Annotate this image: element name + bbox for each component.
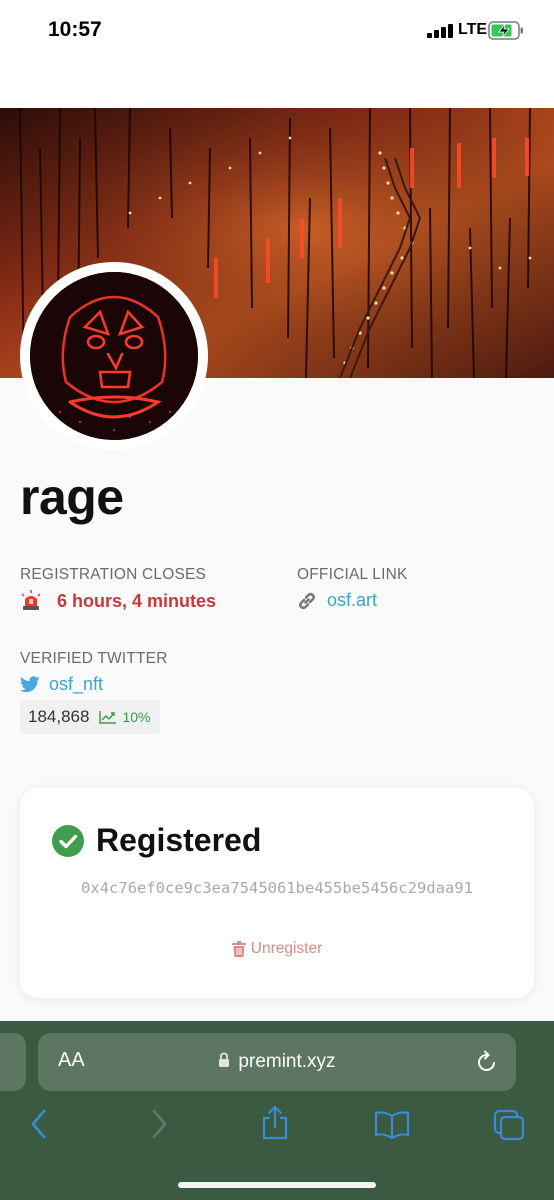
url-display[interactable]: premint.xyz — [38, 1051, 516, 1073]
address-bar[interactable]: AA premint.xyz — [38, 1033, 516, 1091]
network-type: LTE — [458, 21, 488, 38]
tabs-icon[interactable] — [492, 1108, 526, 1142]
growth-percent: 10% — [122, 709, 151, 725]
trash-icon — [231, 941, 246, 957]
project-title: rage — [20, 469, 124, 525]
official-link-label: OFFICIAL LINK — [297, 566, 408, 583]
home-indicator — [178, 1182, 376, 1188]
twitter-handle[interactable]: osf_nft — [49, 674, 103, 695]
unregister-label: Unregister — [250, 940, 323, 957]
wallet-address: 0x4c76ef0ce9c3ea7545061be455be5456c29daa… — [81, 879, 473, 897]
follower-growth: 10% — [99, 709, 150, 725]
project-avatar — [20, 262, 208, 450]
bookmarks-icon[interactable] — [374, 1110, 410, 1140]
registration-status-card: Registered 0x4c76ef0ce9c3ea7545061be455b… — [20, 788, 534, 998]
verified-twitter-label: VERIFIED TWITTER — [20, 650, 168, 667]
registered-title: Registered — [96, 822, 262, 858]
official-link[interactable]: osf.art — [297, 590, 377, 611]
battery-charging-icon — [488, 21, 523, 40]
lock-icon — [219, 1052, 230, 1067]
twitter-icon — [20, 676, 40, 693]
official-link-text[interactable]: osf.art — [327, 590, 377, 611]
check-circle-icon — [52, 824, 84, 857]
status-time: 10:57 — [48, 18, 102, 41]
status-bar: 10:57 LTE — [0, 0, 554, 108]
registration-countdown: 6 hours, 4 minutes — [20, 590, 216, 612]
url-text: premint.xyz — [238, 1051, 336, 1072]
registration-closes-label: REGISTRATION CLOSES — [20, 566, 207, 583]
siren-icon — [21, 590, 41, 610]
previous-tab-preview[interactable] — [0, 1033, 26, 1091]
link-icon — [298, 592, 316, 609]
forward-icon[interactable] — [148, 1108, 170, 1140]
follower-count: 184,868 — [28, 707, 90, 726]
trending-up-icon — [99, 711, 117, 724]
back-icon[interactable] — [28, 1108, 50, 1140]
twitter-link[interactable]: osf_nft — [20, 674, 103, 695]
twitter-stats: 184,868 10% — [20, 700, 161, 734]
registered-heading: Registered — [52, 822, 261, 859]
share-icon[interactable] — [260, 1104, 290, 1142]
cellular-signal-icon — [427, 24, 453, 38]
countdown-text: 6 hours, 4 minutes — [57, 590, 217, 611]
reload-icon[interactable] — [476, 1050, 498, 1074]
unregister-button[interactable]: Unregister — [20, 940, 534, 958]
